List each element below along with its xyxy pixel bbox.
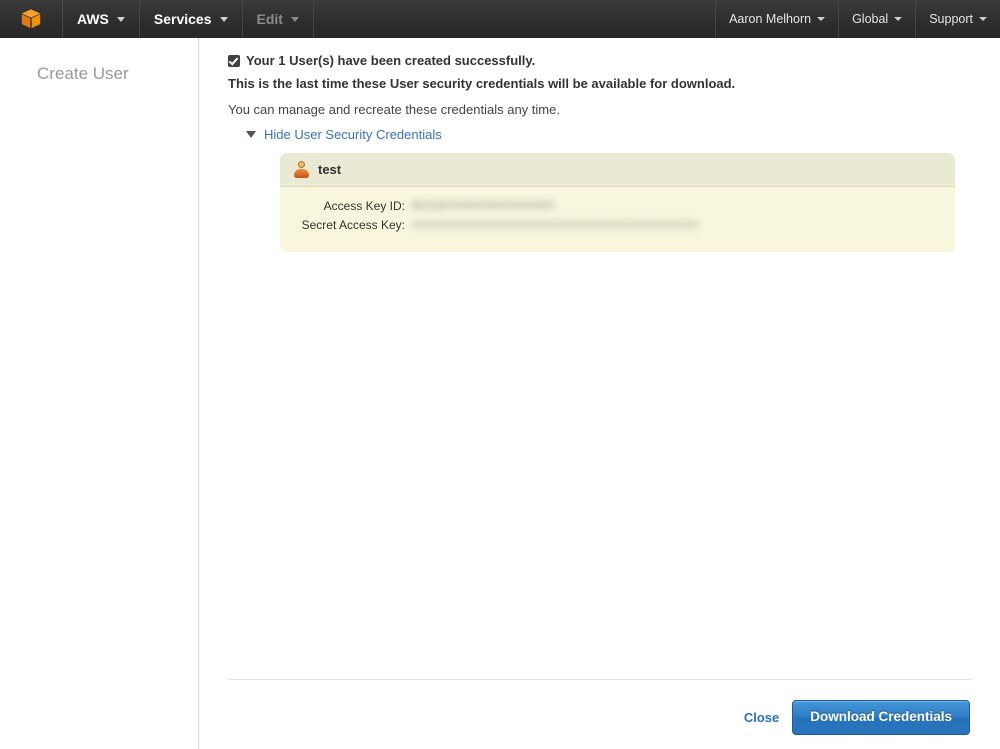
success-info: You can manage and recreate these creden… <box>228 102 560 117</box>
nav-item-account[interactable]: Aaron Melhorn <box>715 0 838 38</box>
access-key-id-label: Access Key ID: <box>323 198 405 213</box>
top-navbar: AWS Services Edit Aaron Melhorn Global S… <box>0 0 1000 38</box>
hide-credentials-label: Hide User Security Credentials <box>264 127 442 142</box>
aws-cube-icon <box>21 9 41 29</box>
hide-credentials-toggle[interactable]: Hide User Security Credentials <box>246 127 968 142</box>
nav-item-services[interactable]: Services <box>140 0 243 38</box>
nav-item-services-label: Services <box>153 11 212 27</box>
nav-item-region[interactable]: Global <box>838 0 915 38</box>
credential-row: Secret Access Key: xxxxxxxxxxxxxxxxxxxxx… <box>280 215 955 234</box>
nav-item-support-label: Support <box>929 12 973 26</box>
secret-access-key-value: xxxxxxxxxxxxxxxxxxxxxxxxxxxxxxxxxxxxxxxx <box>411 217 700 232</box>
page-title: Create User <box>37 64 129 83</box>
nav-item-edit[interactable]: Edit <box>243 0 314 38</box>
download-credentials-button[interactable]: Download Credentials <box>792 700 970 735</box>
success-headline-row: Your 1 User(s) have been created success… <box>228 52 968 70</box>
nav-item-region-label: Global <box>852 12 889 26</box>
credential-row: Access Key ID: AKIAXXXXXXXXXXXXXXXX <box>280 196 955 215</box>
close-link[interactable]: Close <box>744 710 779 725</box>
navbar-right-group: Aaron Melhorn Global Support <box>715 0 1000 38</box>
checkbox-checked-icon <box>228 55 240 67</box>
nav-item-aws-label: AWS <box>77 11 109 27</box>
aws-logo[interactable] <box>0 0 63 38</box>
chevron-down-icon <box>894 17 903 21</box>
footer-actions: Close Download Credentials <box>744 700 970 735</box>
credentials-user-name: test <box>318 162 342 177</box>
credentials-panel: test Access Key ID: AKIAXXXXXXXXXXXXXXXX… <box>280 153 955 252</box>
success-headline: Your 1 User(s) have been created success… <box>246 53 536 68</box>
sidebar: Create User <box>0 38 199 749</box>
chevron-down-icon <box>219 16 228 22</box>
navbar-left-group: AWS Services Edit <box>0 0 314 38</box>
chevron-down-icon <box>290 16 299 22</box>
nav-item-support[interactable]: Support <box>915 0 1000 38</box>
secret-access-key-label: Secret Access Key: <box>301 217 405 232</box>
credentials-panel-header: test <box>280 153 955 187</box>
credentials-panel-body: Access Key ID: AKIAXXXXXXXXXXXXXXXX Secr… <box>280 187 955 252</box>
success-message-block: Your 1 User(s) have been created success… <box>228 52 968 142</box>
nav-item-account-label: Aaron Melhorn <box>729 12 812 26</box>
chevron-down-icon <box>979 17 987 21</box>
chevron-down-icon <box>817 17 826 21</box>
footer-divider <box>228 679 972 680</box>
access-key-id-value: AKIAXXXXXXXXXXXXXXXX <box>411 198 556 213</box>
triangle-down-icon <box>246 131 256 138</box>
nav-item-aws[interactable]: AWS <box>63 0 140 38</box>
user-icon <box>294 161 309 178</box>
chevron-down-icon <box>116 16 125 22</box>
main-content: Your 1 User(s) have been created success… <box>200 38 1000 749</box>
nav-item-edit-label: Edit <box>256 11 283 27</box>
success-warning: This is the last time these User securit… <box>228 76 736 91</box>
